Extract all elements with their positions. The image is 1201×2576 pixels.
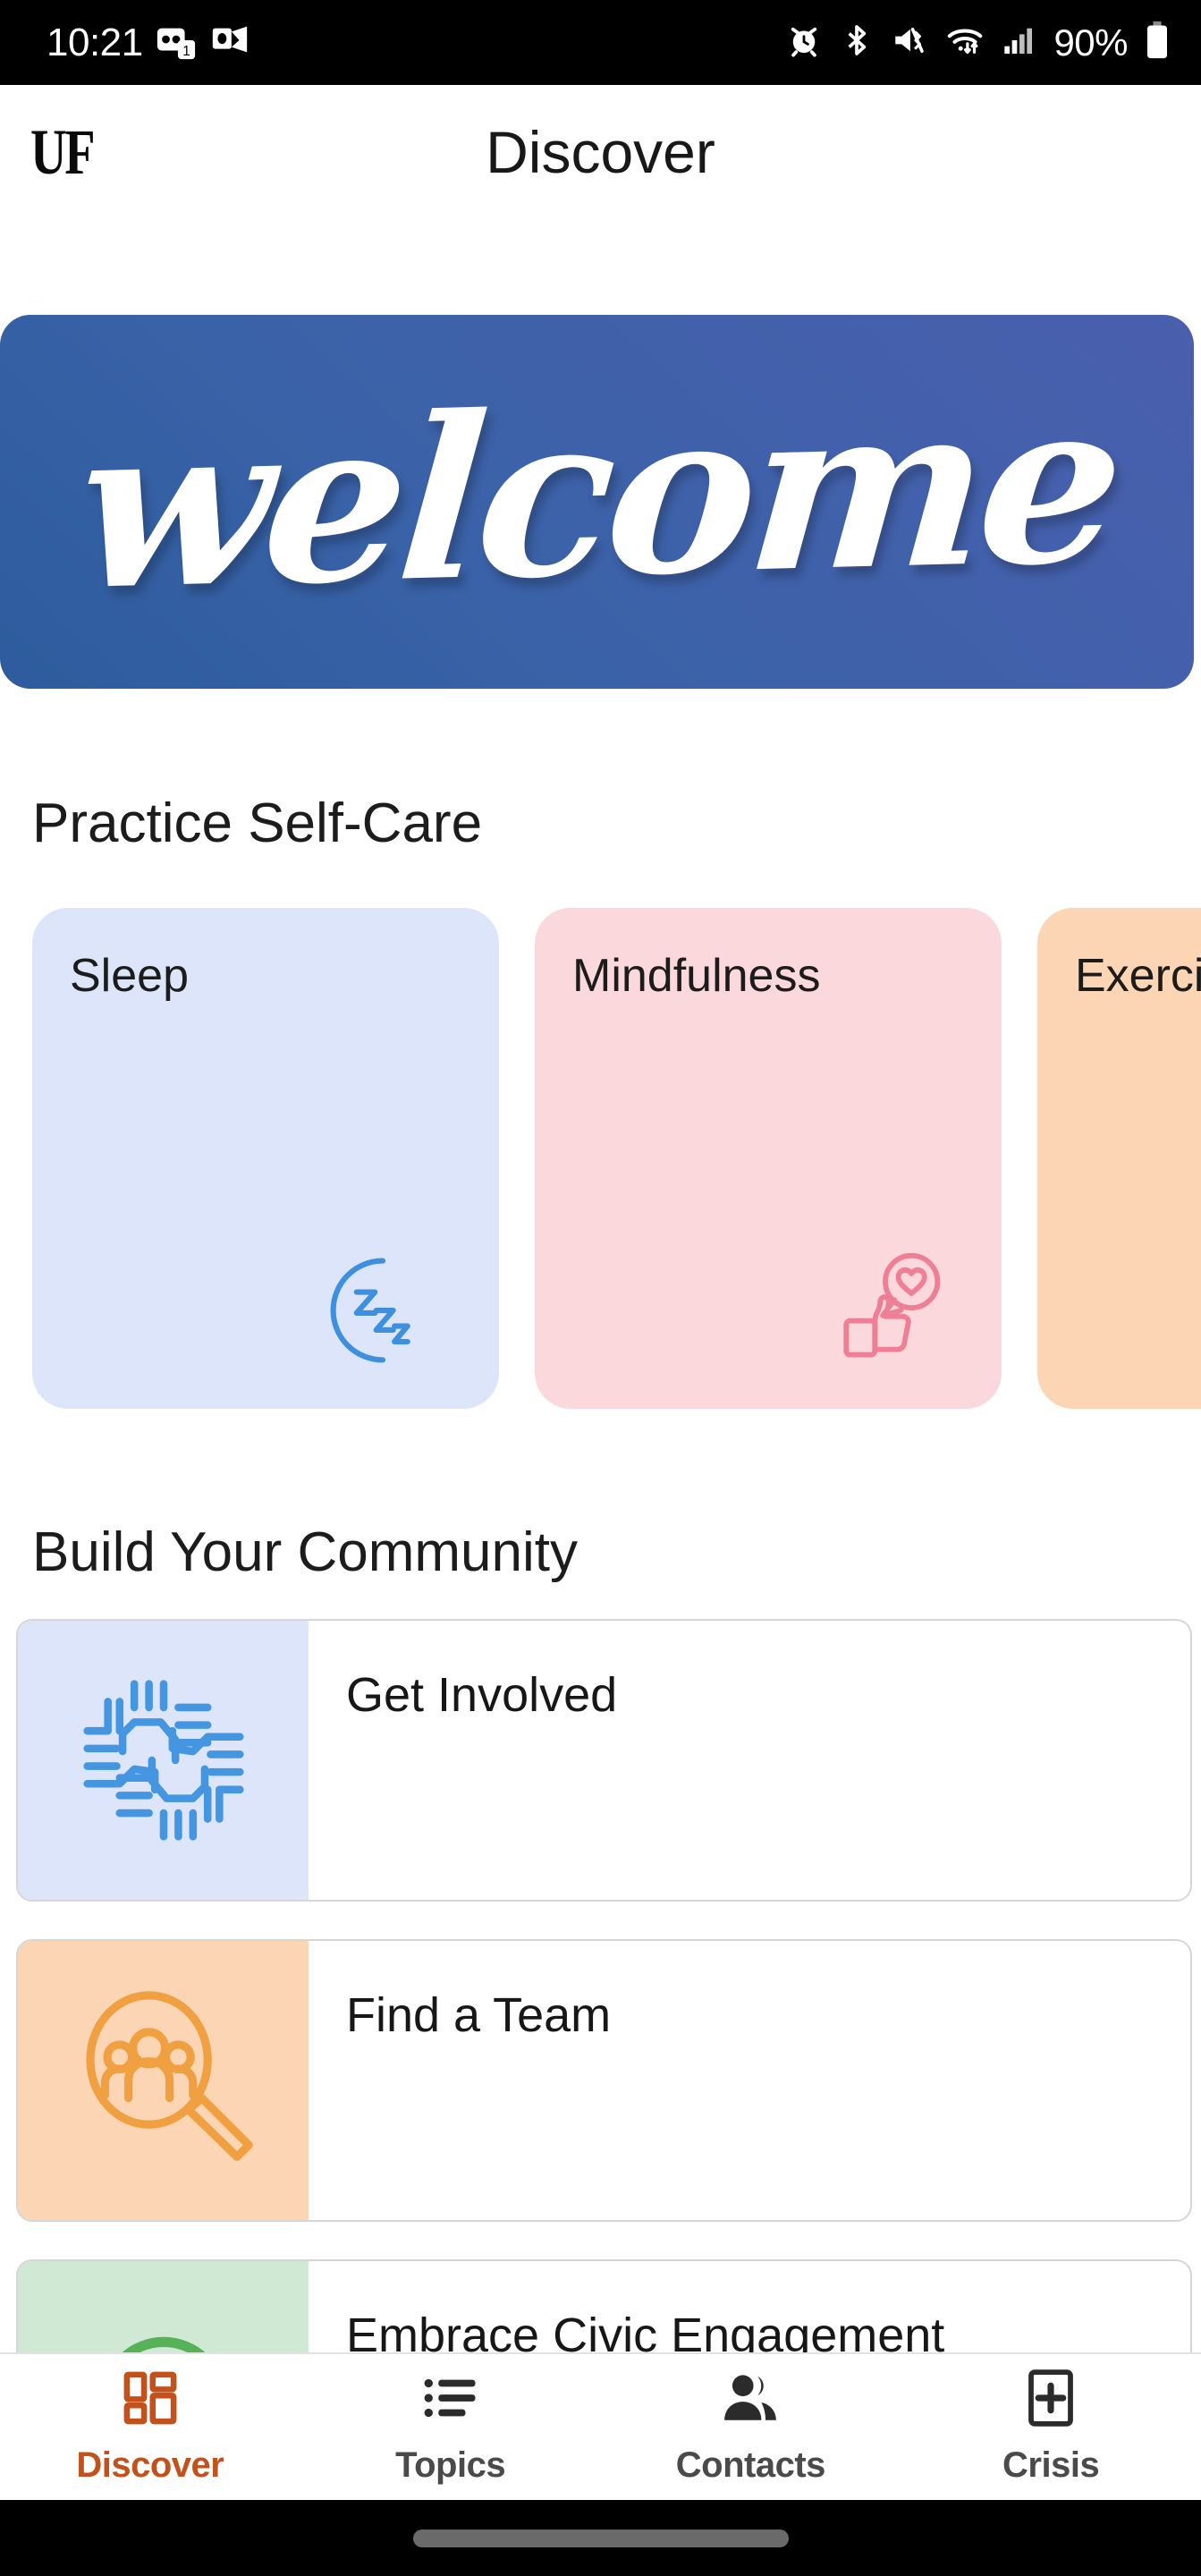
self-care-card-row[interactable]: Sleep Mindfulness Exerci: [0, 908, 1201, 1409]
wifi-icon: [944, 20, 985, 65]
self-care-card-label: Mindfulness: [572, 950, 821, 1002]
community-item-thumbnail: [18, 1621, 309, 1900]
people-icon: [721, 2368, 780, 2428]
bluetooth-icon: [839, 22, 875, 63]
app-header: UF Discover: [0, 85, 1201, 219]
list-item[interactable]: Find a Team: [16, 1939, 1192, 2222]
teamwork-hands-icon: [70, 1666, 258, 1854]
alarm-icon: [785, 21, 823, 64]
thumbs-up-heart-icon: [823, 1248, 948, 1373]
nav-tab-label: Contacts: [675, 2445, 826, 2485]
section-heading-community: Build Your Community: [32, 1521, 578, 1583]
self-care-card-label: Sleep: [70, 950, 189, 1002]
nav-tab-crisis[interactable]: Crisis: [901, 2354, 1201, 2500]
status-bar-right: 90%: [785, 20, 1171, 65]
nav-tab-contacts[interactable]: Contacts: [601, 2354, 901, 2500]
status-bar-clock: 10:21: [47, 20, 143, 64]
gesture-handle[interactable]: [412, 2529, 789, 2547]
nav-tab-discover[interactable]: Discover: [0, 2354, 300, 2500]
welcome-banner-text: welcome: [69, 349, 1127, 640]
list-icon: [421, 2368, 480, 2428]
page-title: Discover: [486, 119, 715, 185]
status-bar-left: 10:21 1: [47, 20, 250, 65]
self-care-card-exercise[interactable]: Exercise: [1037, 908, 1201, 1409]
outlook-icon: [209, 20, 250, 65]
community-item-label: Find a Team: [346, 1988, 612, 2042]
community-item-body: Find a Team: [309, 1941, 1190, 2220]
battery-icon: [1144, 21, 1171, 64]
nav-tab-label: Crisis: [1002, 2445, 1100, 2485]
mute-vibrate-icon: [891, 21, 928, 64]
uf-logo[interactable]: UF: [30, 120, 96, 184]
nav-tab-label: Topics: [395, 2445, 506, 2485]
list-item[interactable]: Get Involved: [16, 1619, 1192, 1902]
self-care-card-mindfulness[interactable]: Mindfulness: [535, 908, 1002, 1409]
system-gesture-bar: [0, 2500, 1201, 2576]
svg-text:1: 1: [182, 44, 190, 59]
bottom-navigation-bar[interactable]: Discover Topics Contacts Crisis: [0, 2352, 1201, 2500]
section-heading-self-care: Practice Self-Care: [32, 792, 483, 854]
status-bar: 10:21 1 90%: [0, 0, 1201, 85]
welcome-banner[interactable]: welcome: [0, 315, 1194, 689]
community-item-body: Get Involved: [309, 1621, 1190, 1900]
self-care-card-label: Exercise: [1075, 950, 1201, 1002]
voicemail-icon: 1: [156, 20, 197, 65]
app-screen: 10:21 1 90% UF Discover welcome Practice…: [0, 0, 1201, 2576]
battery-percent-label: 90%: [1053, 21, 1128, 64]
cellular-signal-icon: [1002, 22, 1037, 63]
nav-tab-label: Discover: [76, 2445, 224, 2485]
nav-tab-topics[interactable]: Topics: [300, 2354, 601, 2500]
community-item-thumbnail: [18, 1941, 309, 2220]
self-care-card-sleep[interactable]: Sleep: [32, 908, 499, 1409]
moon-zzz-icon: [320, 1248, 445, 1373]
magnifier-people-icon: [70, 1987, 258, 2174]
medical-plus-icon: [1021, 2368, 1080, 2428]
grid-dashboard-icon: [121, 2368, 180, 2428]
community-item-label: Get Involved: [346, 1668, 618, 1722]
